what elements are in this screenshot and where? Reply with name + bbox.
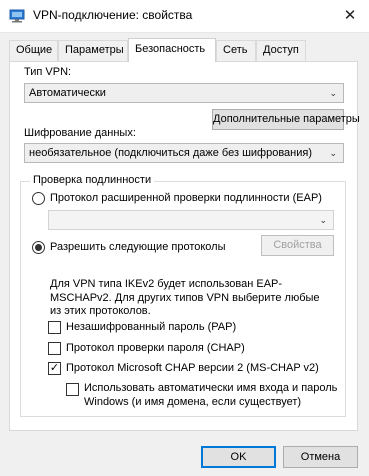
tab-sharing[interactable]: Доступ — [256, 40, 306, 61]
network-connection-icon — [9, 9, 25, 23]
authentication-group-title: Проверка подлинности — [30, 174, 155, 186]
pap-checkbox[interactable] — [48, 321, 61, 334]
windows-logon-checkbox-label[interactable]: Использовать автоматически имя входа и п… — [84, 382, 344, 409]
ok-button[interactable]: OK — [201, 446, 276, 468]
tab-network[interactable]: Сеть — [216, 40, 256, 61]
pap-checkbox-label[interactable]: Незашифрованный пароль (PAP) — [66, 321, 236, 333]
allow-protocols-radio[interactable] — [32, 241, 45, 254]
vpn-type-select[interactable]: Автоматически ⌄ — [24, 83, 344, 103]
vpn-type-label: Тип VPN: — [24, 66, 72, 78]
windows-logon-checkbox[interactable] — [66, 383, 79, 396]
eap-radio[interactable] — [32, 192, 45, 205]
eap-method-select: ⌄ — [48, 210, 334, 230]
properties-button: Свойства — [261, 235, 334, 256]
tab-options[interactable]: Параметры — [58, 40, 128, 61]
chap-checkbox[interactable] — [48, 342, 61, 355]
protocols-info-text: Для VPN типа IKEv2 будет использован EAP… — [50, 278, 320, 317]
checkmark-icon: ✓ — [49, 362, 60, 374]
encryption-select[interactable]: необязательное (подключиться даже без ши… — [24, 143, 344, 163]
allow-protocols-radio-label[interactable]: Разрешить следующие протоколы — [50, 241, 226, 253]
tab-security[interactable]: Безопасность — [128, 38, 216, 62]
mschap-v2-checkbox-label[interactable]: Протокол Microsoft CHAP версии 2 (MS-CHA… — [66, 362, 319, 374]
encryption-label: Шифрование данных: — [24, 127, 136, 139]
radio-selected-dot — [35, 244, 42, 251]
mschap-v2-checkbox[interactable]: ✓ — [48, 362, 61, 375]
vpn-type-value: Автоматически — [29, 87, 106, 99]
chap-checkbox-label[interactable]: Протокол проверки пароля (CHAP) — [66, 342, 245, 354]
encryption-value: необязательное (подключиться даже без ши… — [29, 147, 313, 159]
eap-radio-label[interactable]: Протокол расширенной проверки подлинност… — [50, 192, 322, 204]
advanced-settings-button[interactable]: Дополнительные параметры — [212, 109, 360, 130]
cancel-button[interactable]: Отмена — [283, 446, 358, 468]
tab-general[interactable]: Общие — [9, 40, 58, 61]
title-bar: VPN-подключение: свойства ✕ — [0, 0, 369, 33]
window-title: VPN-подключение: свойства — [33, 8, 193, 22]
chevron-down-icon: ⌄ — [329, 148, 337, 158]
chevron-down-icon: ⌄ — [329, 88, 337, 98]
chevron-down-icon: ⌄ — [319, 215, 327, 225]
close-icon[interactable]: ✕ — [338, 4, 362, 28]
